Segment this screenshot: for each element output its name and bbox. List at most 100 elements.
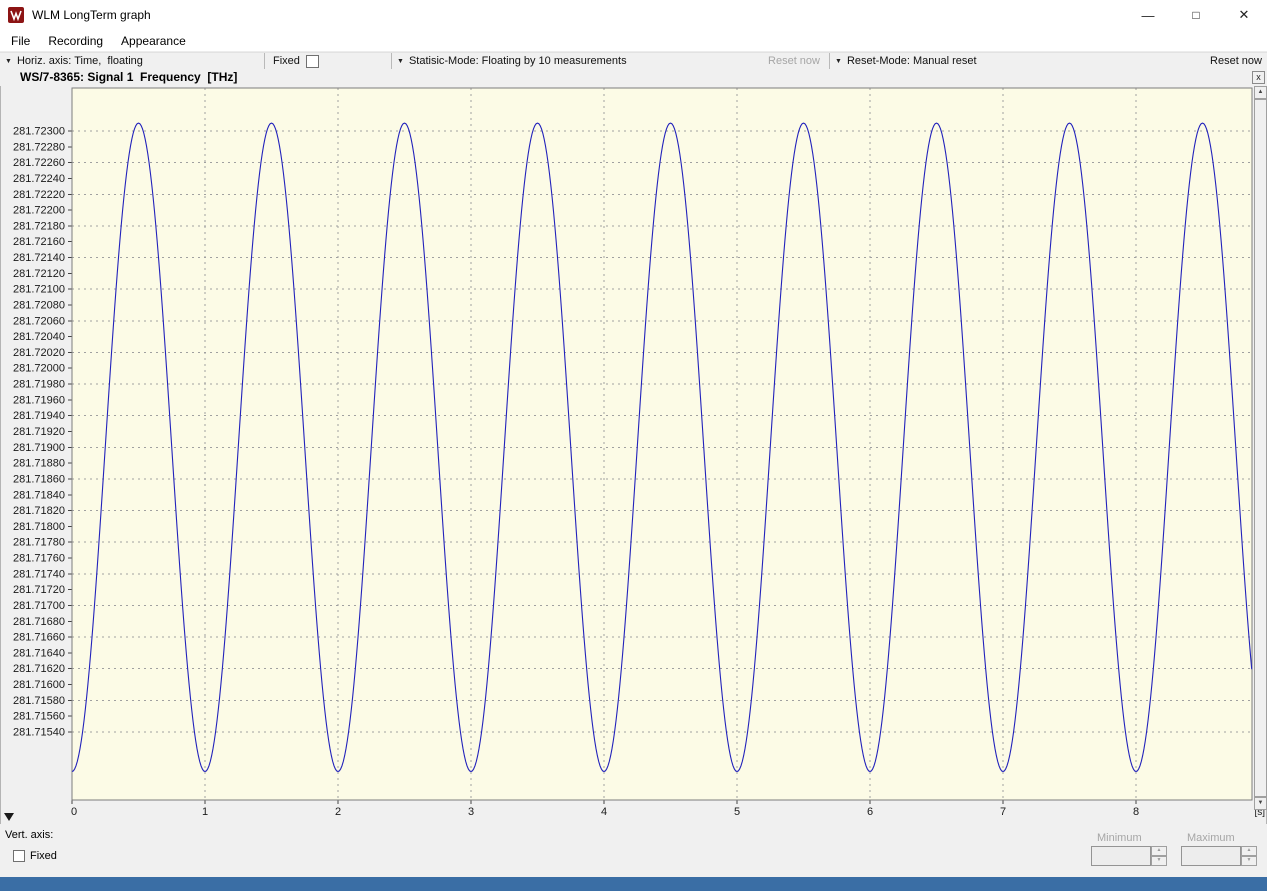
svg-text:281.71880: 281.71880	[13, 458, 65, 470]
statistic-reset-now-button[interactable]: Reset now	[768, 55, 820, 67]
svg-text:281.72280: 281.72280	[13, 141, 65, 153]
svg-text:281.71940: 281.71940	[13, 410, 65, 422]
horiz-axis-label: Horiz. axis: Time, floating	[16, 55, 143, 67]
svg-text:281.72180: 281.72180	[13, 220, 65, 232]
scroll-up-icon[interactable]: ▲	[1254, 86, 1267, 99]
svg-text:281.72120: 281.72120	[13, 268, 65, 280]
svg-text:5: 5	[734, 806, 740, 818]
svg-text:281.71740: 281.71740	[13, 568, 65, 580]
svg-text:281.71760: 281.71760	[13, 553, 65, 565]
svg-text:281.71720: 281.71720	[13, 584, 65, 596]
vertical-scrollbar[interactable]: ▲ ▼	[1254, 86, 1267, 810]
svg-text:281.72160: 281.72160	[13, 236, 65, 248]
svg-text:281.72140: 281.72140	[13, 252, 65, 264]
svg-text:281.71900: 281.71900	[13, 442, 65, 454]
svg-text:281.71840: 281.71840	[13, 489, 65, 501]
svg-text:281.72100: 281.72100	[13, 284, 65, 296]
svg-text:7: 7	[1000, 806, 1006, 818]
svg-text:1: 1	[202, 806, 208, 818]
pane-close-icon[interactable]: x	[1252, 71, 1265, 84]
svg-text:281.71560: 281.71560	[13, 711, 65, 723]
svg-text:281.72240: 281.72240	[13, 173, 65, 185]
svg-text:3: 3	[468, 806, 474, 818]
svg-text:281.71660: 281.71660	[13, 632, 65, 644]
scroll-down-icon[interactable]: ▼	[1254, 797, 1267, 810]
svg-text:281.72300: 281.72300	[13, 126, 65, 138]
maximum-spin-up-icon[interactable]: ▲	[1241, 846, 1257, 856]
svg-text:6: 6	[867, 806, 873, 818]
horiz-fixed-section: Fixed	[265, 53, 392, 69]
svg-text:281.72080: 281.72080	[13, 299, 65, 311]
minimum-spin-up-icon[interactable]: ▲	[1151, 846, 1167, 856]
status-strip	[0, 877, 1267, 891]
dropdown-arrow-icon: ▼	[397, 57, 404, 65]
svg-text:281.72000: 281.72000	[13, 363, 65, 375]
svg-text:281.71960: 281.71960	[13, 394, 65, 406]
maximum-input[interactable]	[1181, 846, 1241, 866]
maximum-spinner: ▲ ▼	[1241, 846, 1257, 866]
app-logo-icon	[8, 7, 24, 23]
minimize-button[interactable]: —	[1125, 0, 1171, 30]
svg-text:281.71980: 281.71980	[13, 379, 65, 391]
vert-fixed-label: Fixed	[30, 850, 57, 862]
chart-title: WS/7-8365: Signal 1 Frequency [THz]	[20, 70, 238, 84]
svg-text:281.71920: 281.71920	[13, 426, 65, 438]
menu-recording[interactable]: Recording	[39, 34, 112, 48]
svg-text:281.72040: 281.72040	[13, 331, 65, 343]
titlebar: WLM LongTerm graph — □ ✕	[0, 0, 1267, 30]
dropdown-arrow-icon: ▼	[835, 57, 842, 65]
svg-text:281.71600: 281.71600	[13, 679, 65, 691]
reset-now-button[interactable]: Reset now	[1210, 55, 1262, 67]
minimum-spinner: ▲ ▼	[1151, 846, 1167, 866]
maximum-spin-down-icon[interactable]: ▼	[1241, 856, 1257, 866]
close-button[interactable]: ✕	[1221, 0, 1267, 30]
toolbar: ▼ Horiz. axis: Time, floating Fixed ▼ St…	[0, 52, 1267, 69]
statistic-mode-label: Statisic-Mode: Floating by 10 measuremen…	[408, 55, 627, 67]
maximize-button[interactable]: □	[1173, 0, 1219, 30]
chart-title-row: WS/7-8365: Signal 1 Frequency [THz] x	[0, 69, 1267, 86]
statistic-mode-dropdown[interactable]: ▼ Statisic-Mode: Floating by 10 measurem…	[392, 53, 830, 69]
scrollbar-thumb[interactable]	[1254, 99, 1267, 797]
chart-region: 281.72300 281.72280 281.72260 281.72240 281.…	[0, 86, 1267, 824]
svg-text:281.71580: 281.71580	[13, 695, 65, 707]
svg-text:281.72260: 281.72260	[13, 157, 65, 169]
svg-text:281.72220: 281.72220	[13, 189, 65, 201]
svg-text:281.71780: 281.71780	[13, 537, 65, 549]
reset-mode-dropdown[interactable]: ▼ Reset-Mode: Manual reset Reset now	[830, 53, 1267, 69]
minimum-field-group: ▲ ▼	[1091, 846, 1167, 866]
minimum-input[interactable]	[1091, 846, 1151, 866]
vert-axis-label: Vert. axis:	[5, 829, 54, 841]
minimum-spin-down-icon[interactable]: ▼	[1151, 856, 1167, 866]
vert-fixed-checkbox[interactable]	[13, 850, 25, 862]
svg-text:2: 2	[335, 806, 341, 818]
dropdown-arrow-icon: ▼	[5, 57, 12, 65]
svg-text:281.71680: 281.71680	[13, 616, 65, 628]
vert-axis-panel: Vert. axis: Fixed Minimum ▲ ▼ Maximum ▲ …	[0, 824, 1267, 877]
longterm-plot[interactable]: 281.72300 281.72280 281.72260 281.72240 281.…	[0, 86, 1267, 824]
svg-text:281.71640: 281.71640	[13, 647, 65, 659]
minimum-label: Minimum	[1097, 832, 1142, 844]
horiz-fixed-label: Fixed	[273, 55, 300, 67]
svg-text:8: 8	[1133, 806, 1139, 818]
menu-appearance[interactable]: Appearance	[112, 34, 195, 48]
axis-options-arrow-icon[interactable]	[4, 813, 14, 821]
reset-mode-label: Reset-Mode: Manual reset	[846, 55, 977, 67]
svg-text:281.71540: 281.71540	[13, 727, 65, 739]
svg-text:281.72200: 281.72200	[13, 205, 65, 217]
svg-text:4: 4	[601, 806, 607, 818]
menu-file[interactable]: File	[2, 34, 39, 48]
svg-text:281.71800: 281.71800	[13, 521, 65, 533]
window-title: WLM LongTerm graph	[32, 8, 151, 22]
menubar: File Recording Appearance	[0, 30, 1267, 52]
svg-text:281.72060: 281.72060	[13, 315, 65, 327]
maximum-field-group: ▲ ▼	[1181, 846, 1257, 866]
svg-text:0: 0	[71, 806, 77, 818]
vert-fixed-row: Fixed	[13, 850, 57, 862]
svg-text:281.71620: 281.71620	[13, 663, 65, 675]
svg-text:281.71700: 281.71700	[13, 600, 65, 612]
svg-text:281.71820: 281.71820	[13, 505, 65, 517]
maximum-label: Maximum	[1187, 832, 1235, 844]
horiz-axis-dropdown[interactable]: ▼ Horiz. axis: Time, floating	[0, 53, 265, 69]
svg-text:281.72020: 281.72020	[13, 347, 65, 359]
horiz-fixed-checkbox[interactable]	[305, 54, 319, 68]
